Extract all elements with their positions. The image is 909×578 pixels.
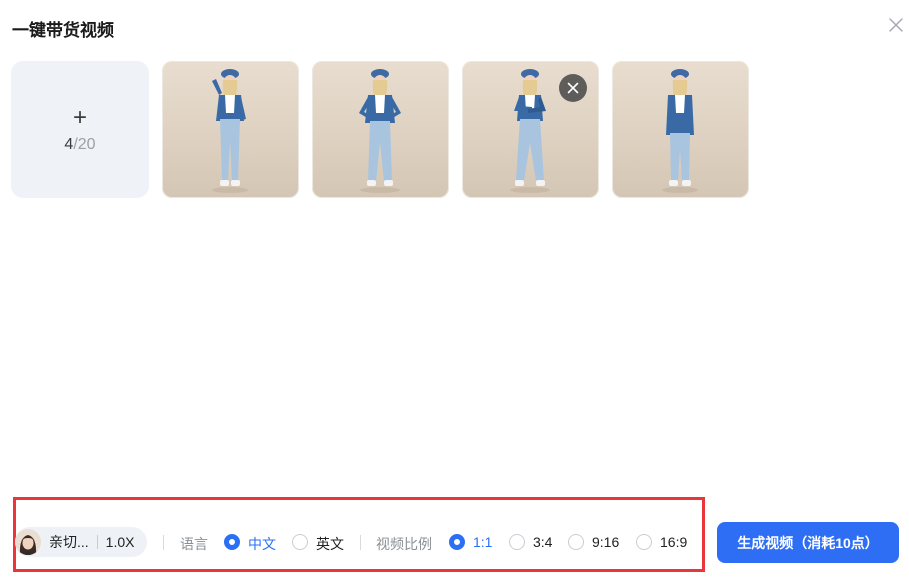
image-count: 4/20 bbox=[64, 136, 95, 154]
ratio-option-1-1[interactable]: 1:1 bbox=[473, 534, 492, 550]
image-thumbnail[interactable] bbox=[612, 61, 749, 198]
voice-speed: 1.0X bbox=[105, 534, 135, 550]
image-count-current: 4 bbox=[64, 135, 74, 153]
ratio-radio-1-1[interactable] bbox=[449, 534, 465, 550]
divider bbox=[163, 535, 164, 550]
generate-video-button[interactable]: 生成视频（消耗10点） bbox=[717, 522, 899, 563]
image-thumbnail[interactable] bbox=[312, 61, 449, 198]
plus-icon: + bbox=[72, 103, 87, 131]
ratio-radio-16-9[interactable] bbox=[636, 534, 652, 550]
generate-video-label: 生成视频（消耗10点） bbox=[737, 534, 879, 551]
image-count-max: 20 bbox=[77, 135, 96, 153]
remove-image-button[interactable] bbox=[559, 74, 587, 102]
close-icon bbox=[889, 18, 903, 32]
divider bbox=[360, 535, 361, 550]
upload-image-button[interactable]: + 4/20 bbox=[11, 61, 149, 198]
language-radio-en[interactable] bbox=[292, 534, 308, 550]
close-icon bbox=[567, 82, 579, 94]
ratio-option-3-4[interactable]: 3:4 bbox=[533, 534, 552, 550]
ratio-option-16-9[interactable]: 16:9 bbox=[660, 534, 687, 550]
avatar bbox=[15, 529, 41, 555]
model-photo-2 bbox=[359, 69, 401, 193]
language-label: 语言 bbox=[180, 536, 208, 552]
voice-name: 亲切... bbox=[49, 534, 89, 550]
ratio-radio-3-4[interactable] bbox=[509, 534, 525, 550]
ratio-option-9-16[interactable]: 9:16 bbox=[592, 534, 619, 550]
voice-selector[interactable]: 亲切... 1.0X bbox=[15, 527, 147, 557]
model-photo-1 bbox=[212, 69, 248, 193]
ratio-label: 视频比例 bbox=[376, 536, 432, 552]
model-photo-4 bbox=[662, 69, 698, 193]
language-option-en[interactable]: 英文 bbox=[316, 534, 344, 554]
image-thumbnail[interactable] bbox=[162, 61, 299, 198]
dialog-title: 一键带货视频 bbox=[12, 21, 114, 40]
ratio-radio-9-16[interactable] bbox=[568, 534, 584, 550]
close-button[interactable] bbox=[886, 15, 906, 35]
language-option-zh[interactable]: 中文 bbox=[248, 534, 276, 554]
image-thumbnail[interactable] bbox=[462, 61, 599, 198]
divider bbox=[96, 535, 98, 549]
language-radio-zh[interactable] bbox=[224, 534, 240, 550]
